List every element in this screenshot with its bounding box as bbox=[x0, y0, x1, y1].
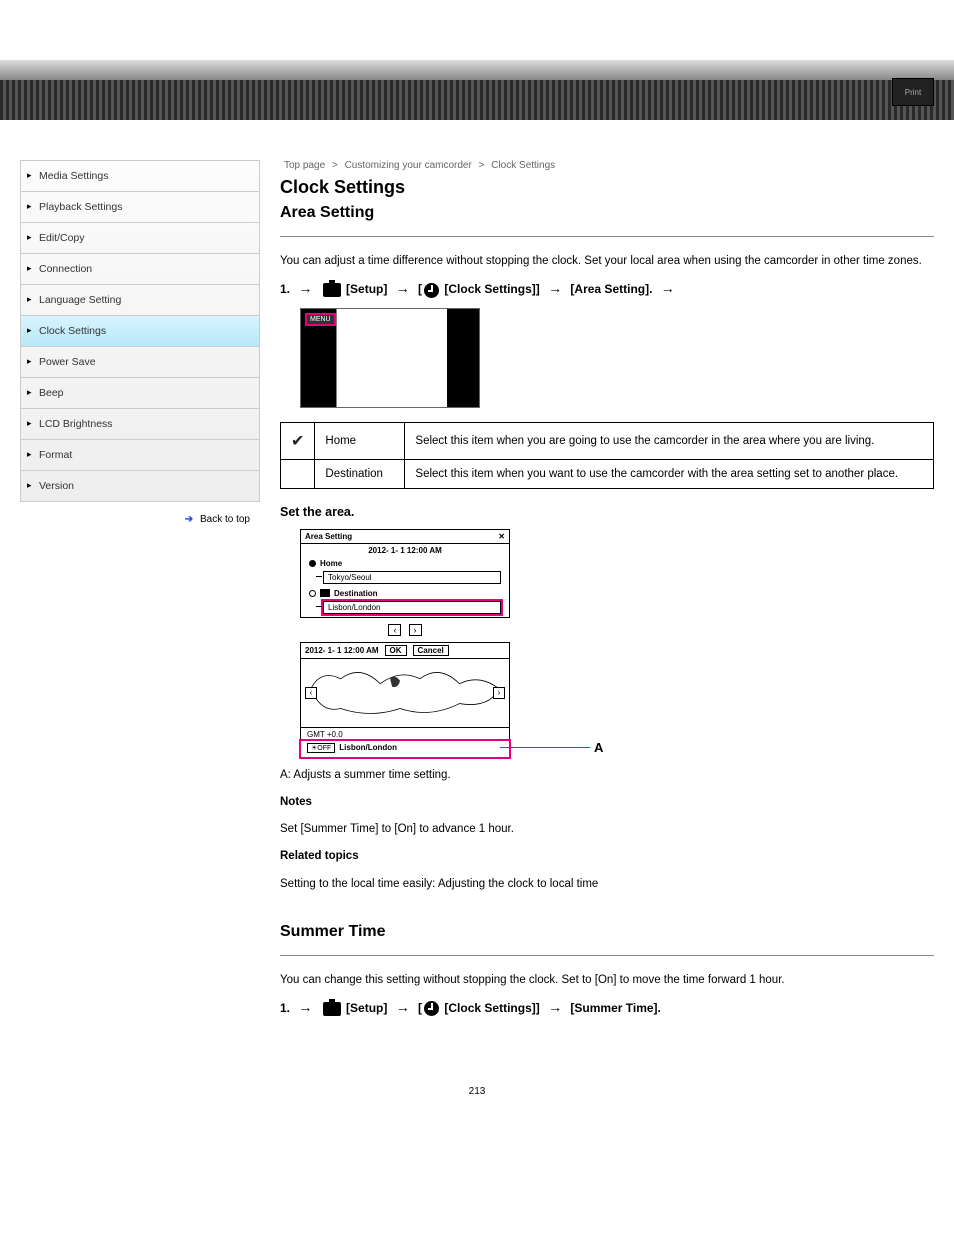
sidebar-item-edit-copy[interactable]: Edit/Copy bbox=[21, 223, 259, 254]
destination-label: Destination bbox=[334, 589, 378, 598]
sidebar-item-format[interactable]: Format bbox=[21, 440, 259, 471]
option-desc: Select this item when you are going to u… bbox=[405, 422, 934, 459]
breadcrumb-top[interactable]: Top page bbox=[284, 160, 325, 171]
nav-arrows: ‹ › bbox=[300, 624, 510, 636]
clock-icon bbox=[424, 283, 439, 298]
home-label: Home bbox=[320, 559, 342, 568]
arrow-icon: → bbox=[548, 280, 562, 296]
sidebar-item-playback-settings[interactable]: Playback Settings bbox=[21, 192, 259, 223]
page-number: 213 bbox=[0, 1086, 954, 1097]
callout-desc: A: Adjusts a summer time setting. bbox=[280, 767, 934, 784]
cancel-button[interactable]: Cancel bbox=[413, 645, 449, 656]
sidebar: Media Settings Playback Settings Edit/Co… bbox=[20, 160, 260, 1026]
dialog-datetime: 2012- 1- 1 12:00 AM bbox=[301, 544, 509, 557]
area-setting-dialog: Area Setting ✕ 2012- 1- 1 12:00 AM Home … bbox=[300, 529, 510, 618]
related-heading: Related topics bbox=[280, 848, 934, 865]
arrow-icon: → bbox=[396, 280, 410, 296]
summer-body: You can change this setting without stop… bbox=[280, 972, 934, 989]
breadcrumb: Top page > Customizing your camcorder > … bbox=[280, 160, 934, 171]
notes-heading: Notes bbox=[280, 794, 934, 811]
sidebar-list: Media Settings Playback Settings Edit/Co… bbox=[20, 160, 260, 502]
sidebar-item-clock-settings[interactable]: Clock Settings bbox=[21, 316, 259, 347]
options-table: ✔ Home Select this item when you are goi… bbox=[280, 422, 934, 489]
arrow-icon: → bbox=[548, 999, 562, 1015]
map-dialog: 2012- 1- 1 12:00 AM OK Cancel ‹ › GMT +0… bbox=[300, 642, 510, 758]
map-location: Lisbon/London bbox=[339, 743, 397, 752]
option-desc: Select this item when you want to use th… bbox=[405, 459, 934, 488]
option-label: Destination bbox=[315, 459, 405, 488]
menu-badge-icon: MENU bbox=[305, 313, 336, 326]
world-map-icon bbox=[301, 659, 509, 728]
toolbox-icon bbox=[323, 283, 341, 297]
check-cell: ✔ bbox=[281, 422, 315, 459]
section-title: Area Setting bbox=[280, 204, 934, 222]
check-cell bbox=[281, 459, 315, 488]
breadcrumb-clock[interactable]: Clock Settings bbox=[491, 160, 555, 171]
header-bar: Print bbox=[0, 60, 954, 120]
destination-value[interactable]: Lisbon/London bbox=[323, 601, 501, 614]
arrow-icon: → bbox=[298, 999, 312, 1015]
main-content: Top page > Customizing your camcorder > … bbox=[280, 160, 934, 1026]
clock-icon bbox=[424, 1001, 439, 1016]
arrow-icon: → bbox=[298, 280, 312, 296]
step-1: 1. → [Setup] → [ [Clock Settings]] → [Ar… bbox=[280, 280, 934, 297]
summer-heading: Summer Time bbox=[280, 923, 934, 941]
sidebar-item-beep[interactable]: Beep bbox=[21, 378, 259, 409]
print-button[interactable]: Print bbox=[892, 78, 934, 106]
sidebar-item-version[interactable]: Version bbox=[21, 471, 259, 501]
sidebar-item-power-save[interactable]: Power Save bbox=[21, 347, 259, 378]
step-summer: 1. → [Setup] → [ [Clock Settings]] → [Su… bbox=[280, 999, 934, 1016]
notes-body: Set [Summer Time] to [On] to advance 1 h… bbox=[280, 821, 934, 838]
table-row: ✔ Home Select this item when you are goi… bbox=[281, 422, 934, 459]
separator bbox=[280, 955, 934, 956]
sub-heading: Set the area. bbox=[280, 505, 934, 519]
map-next-button[interactable]: › bbox=[493, 687, 505, 699]
sidebar-item-connection[interactable]: Connection bbox=[21, 254, 259, 285]
dialog-title: Area Setting bbox=[305, 532, 352, 541]
table-row: Destination Select this item when you wa… bbox=[281, 459, 934, 488]
sidebar-item-media-settings[interactable]: Media Settings bbox=[21, 161, 259, 192]
world-map: ‹ › bbox=[301, 658, 509, 728]
map-datetime: 2012- 1- 1 12:00 AM bbox=[305, 646, 379, 655]
dst-toggle[interactable]: ☀OFF bbox=[307, 743, 335, 753]
home-value[interactable]: Tokyo/Seoul bbox=[323, 571, 501, 584]
close-icon[interactable]: ✕ bbox=[498, 532, 505, 541]
breadcrumb-customizing[interactable]: Customizing your camcorder bbox=[345, 160, 472, 171]
prev-button[interactable]: ‹ bbox=[388, 624, 401, 636]
sidebar-item-language-setting[interactable]: Language Setting bbox=[21, 285, 259, 316]
walk-icon bbox=[320, 589, 330, 597]
intro-text: You can adjust a time difference without… bbox=[280, 253, 934, 270]
dst-row: ☀OFF Lisbon/London bbox=[301, 741, 509, 757]
arrow-icon: → bbox=[661, 280, 675, 296]
option-label: Home bbox=[315, 422, 405, 459]
radio-home[interactable] bbox=[309, 560, 316, 567]
sidebar-item-lcd-brightness[interactable]: LCD Brightness bbox=[21, 409, 259, 440]
screen-illustration: MENU bbox=[300, 308, 480, 408]
arrow-icon: → bbox=[396, 999, 410, 1015]
next-button[interactable]: › bbox=[409, 624, 422, 636]
radio-destination[interactable] bbox=[309, 590, 316, 597]
separator bbox=[280, 236, 934, 237]
back-to-top-link[interactable]: Back to top bbox=[20, 502, 260, 537]
check-icon: ✔ bbox=[291, 433, 304, 450]
page-title: Clock Settings bbox=[280, 177, 934, 198]
toolbox-icon bbox=[323, 1002, 341, 1016]
ok-button[interactable]: OK bbox=[385, 645, 407, 656]
arrow-right-icon bbox=[185, 514, 193, 525]
map-prev-button[interactable]: ‹ bbox=[305, 687, 317, 699]
related-text: Setting to the local time easily: Adjust… bbox=[280, 876, 934, 893]
